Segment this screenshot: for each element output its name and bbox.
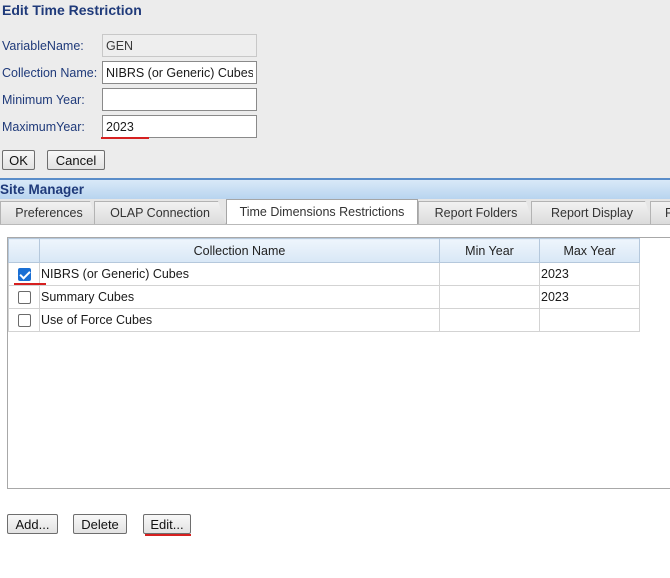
table-row[interactable]: Summary Cubes 2023 [8, 285, 640, 309]
row-checkbox-cell [8, 285, 40, 309]
collection-name-cell: Summary Cubes [39, 285, 440, 309]
min-year-cell [439, 285, 540, 309]
annotation-underline [14, 283, 46, 285]
collections-table: Collection Name Min Year Max Year NIBRS … [8, 238, 640, 332]
variable-name-label: VariableName: [2, 39, 84, 53]
tab-strip: Preferences OLAP Connection Time Dimensi… [0, 199, 670, 225]
column-header-max-year[interactable]: Max Year [539, 238, 640, 263]
delete-button[interactable]: Delete [73, 514, 127, 534]
table-row[interactable]: Use of Force Cubes [8, 308, 640, 332]
row-checkbox[interactable] [17, 268, 31, 282]
table-header-row: Collection Name Min Year Max Year [8, 238, 640, 263]
minimum-year-label: Minimum Year: [2, 93, 85, 107]
time-restrictions-panel: Collection Name Min Year Max Year NIBRS … [0, 225, 670, 578]
collection-name-cell: Use of Force Cubes [39, 308, 440, 332]
column-header-select [8, 238, 40, 263]
min-year-cell [439, 308, 540, 332]
ok-button[interactable]: OK [2, 150, 35, 170]
variable-name-field [102, 34, 257, 57]
annotation-underline [101, 137, 149, 139]
maximum-year-field[interactable] [102, 115, 257, 138]
max-year-cell [539, 308, 640, 332]
tab-olap-connection[interactable]: OLAP Connection [94, 201, 226, 225]
annotation-underline [145, 534, 191, 536]
collection-name-field[interactable] [102, 61, 257, 84]
site-manager-title: Site Manager [0, 182, 85, 197]
maximum-year-label: MaximumYear: [2, 120, 85, 134]
site-manager-header: Site Manager [0, 178, 670, 199]
tab-time-dimensions-restrictions[interactable]: Time Dimensions Restrictions [226, 199, 418, 224]
tab-preferences[interactable]: Preferences [0, 201, 98, 225]
row-checkbox-cell [8, 308, 40, 332]
min-year-cell [439, 262, 540, 286]
tab-overflow[interactable]: R [650, 201, 670, 225]
max-year-cell: 2023 [539, 262, 640, 286]
table-row[interactable]: NIBRS (or Generic) Cubes 2023 [8, 262, 640, 286]
row-checkbox[interactable] [17, 314, 31, 328]
row-checkbox[interactable] [17, 291, 31, 305]
edit-button[interactable]: Edit... [143, 514, 191, 534]
column-header-collection-name[interactable]: Collection Name [39, 238, 440, 263]
add-button[interactable]: Add... [7, 514, 58, 534]
collection-name-label: Collection Name: [2, 66, 98, 80]
column-header-min-year[interactable]: Min Year [439, 238, 540, 263]
edit-time-restriction-dialog: Edit Time Restriction VariableName: Coll… [0, 0, 670, 178]
collections-grid: Collection Name Min Year Max Year NIBRS … [7, 237, 670, 489]
collection-name-cell: NIBRS (or Generic) Cubes [39, 262, 440, 286]
minimum-year-field[interactable] [102, 88, 257, 111]
cancel-button[interactable]: Cancel [47, 150, 105, 170]
tab-report-folders[interactable]: Report Folders [418, 201, 534, 225]
max-year-cell: 2023 [539, 285, 640, 309]
tab-report-display[interactable]: Report Display [531, 201, 653, 225]
dialog-title: Edit Time Restriction [2, 2, 142, 18]
